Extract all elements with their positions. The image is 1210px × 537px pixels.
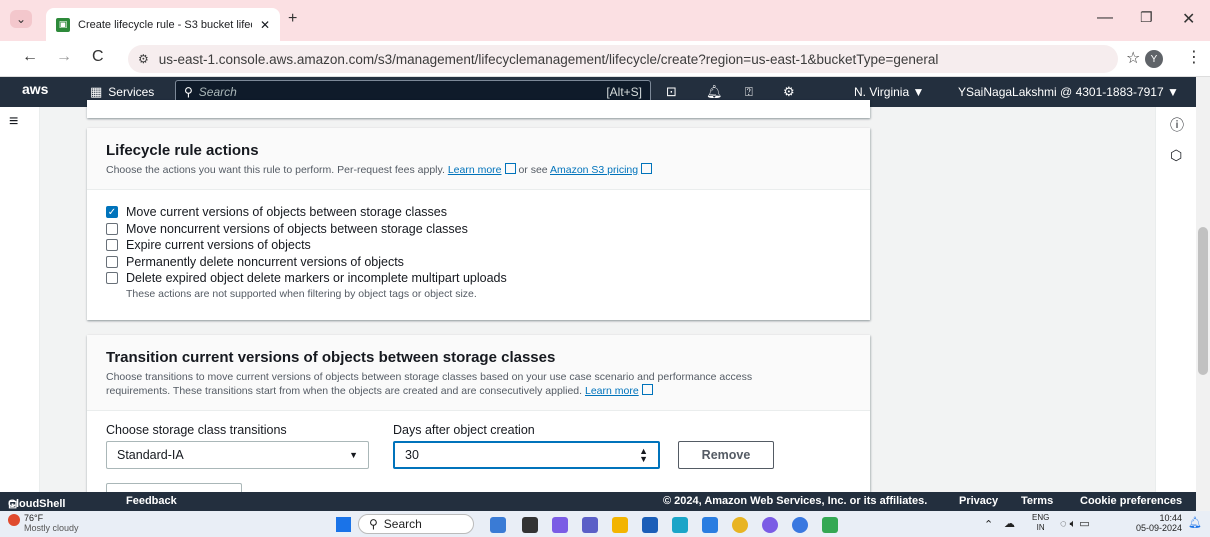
minimize-icon[interactable]: — (1097, 9, 1113, 27)
days-label: Days after object creation (393, 423, 535, 437)
actions-checkbox-list: ✓ Move current versions of objects betwee… (106, 204, 507, 301)
account-menu[interactable]: YSaiNagaLakshmi @ 4301-1883-7917 ▼ (958, 77, 1179, 107)
windows-start-icon[interactable] (336, 517, 351, 532)
taskbar-app-icon[interactable] (822, 517, 838, 533)
lifecycle-actions-description: Choose the actions you want this rule to… (106, 163, 653, 177)
remove-button[interactable]: Remove (678, 441, 774, 469)
taskbar-app-icon[interactable] (522, 517, 538, 533)
edge-icon[interactable] (672, 517, 688, 533)
grid-icon: ▦ (90, 84, 103, 99)
feedback-link[interactable]: Feedback (126, 495, 177, 507)
taskbar-app-icon[interactable] (490, 517, 506, 533)
search-icon: ⚲ (184, 85, 193, 99)
taskbar-search[interactable]: ⚲ Search (358, 514, 474, 534)
windows-taskbar: 76°F Mostly cloudy ⚲ Search ⌃ ☁ ENG IN ◌ 🔈︎… (0, 511, 1210, 537)
learn-more-link[interactable]: Learn more (585, 385, 639, 397)
services-label: Services (108, 85, 155, 99)
tray-chevron-icon[interactable]: ⌃ (984, 518, 993, 531)
lifecycle-actions-title: Lifecycle rule actions (106, 142, 259, 159)
checkbox-checked[interactable]: ✓ (106, 206, 118, 219)
profile-avatar[interactable]: Y (1145, 50, 1163, 68)
restore-icon[interactable]: ❐ (1140, 9, 1153, 26)
search-icon: ⚲ (369, 517, 378, 531)
taskbar-app-icon[interactable] (552, 517, 568, 533)
forward-icon[interactable]: → (56, 48, 72, 66)
caret-down-icon: ▼ (349, 450, 358, 460)
privacy-link[interactable]: Privacy (959, 495, 998, 507)
chrome-icon[interactable] (732, 517, 748, 533)
hamburger-menu-icon[interactable]: ≡ (9, 113, 18, 131)
cloud-icon[interactable]: ☁ (1004, 517, 1015, 530)
actions-note: These actions are not supported when fil… (126, 287, 477, 300)
bookmark-star-icon[interactable]: ☆ (1126, 48, 1140, 68)
storage-class-value: Standard-IA (117, 448, 184, 462)
copyright-text: © 2024, Amazon Web Services, Inc. or its… (663, 495, 928, 507)
close-window-icon[interactable]: ✕ (1182, 9, 1195, 29)
days-input[interactable]: 30 ▲ ▼ (393, 441, 660, 469)
chrome-icon[interactable] (762, 517, 778, 533)
address-row: ← → C ⚙ us-east-1.console.aws.amazon.com… (0, 41, 1210, 77)
page-scrollbar[interactable] (1196, 77, 1210, 511)
previous-panel (87, 100, 870, 118)
chrome-icon[interactable] (792, 517, 808, 533)
action-option[interactable]: Move noncurrent versions of objects betw… (106, 221, 507, 238)
left-rail: ≡ (0, 107, 40, 492)
file-explorer-icon[interactable] (612, 517, 628, 533)
stepper-icon[interactable]: ▲ ▼ (639, 447, 648, 464)
close-tab-icon[interactable]: ✕ (260, 18, 270, 32)
external-link-icon (504, 163, 516, 174)
transition-title: Transition current versions of objects b… (106, 349, 556, 366)
reload-icon[interactable]: C (92, 48, 104, 66)
s3-pricing-link[interactable]: Amazon S3 pricing (550, 164, 638, 176)
scrollbar-thumb[interactable] (1198, 227, 1208, 375)
site-settings-icon[interactable]: ⚙ (138, 52, 149, 66)
language-indicator[interactable]: ENG IN (1032, 513, 1049, 533)
clock[interactable]: 10:44 05-09-2024 (1126, 513, 1182, 533)
taskbar-app-icon[interactable] (702, 517, 718, 533)
menu-icon[interactable]: ⋮ (1186, 47, 1202, 67)
days-value: 30 (405, 448, 419, 462)
aws-logo[interactable]: aws (22, 74, 48, 104)
transition-description: Choose transitions to move current versi… (106, 371, 753, 397)
back-icon[interactable]: ← (22, 48, 38, 66)
weather-icon[interactable] (8, 514, 20, 526)
checkbox[interactable] (106, 239, 118, 252)
url-text: us-east-1.console.aws.amazon.com/s3/mana… (158, 51, 939, 67)
tab-search-button[interactable]: ⌄ (10, 10, 33, 28)
storage-class-select[interactable]: Standard-IA ▼ (106, 441, 369, 469)
search-shortcut: [Alt+S] (606, 85, 642, 99)
tab-title: Create lifecycle rule - S3 bucket lifecy… (78, 18, 252, 31)
checkbox[interactable] (106, 272, 118, 285)
browser-tab-bar: ⌄ ▣ Create lifecycle rule - S3 bucket li… (0, 0, 1210, 41)
cookie-preferences-link[interactable]: Cookie preferences (1080, 495, 1182, 507)
checkbox[interactable] (106, 255, 118, 268)
learn-more-link[interactable]: Learn more (448, 164, 502, 176)
action-option[interactable]: Delete expired object delete markers or … (106, 270, 507, 287)
right-rail: ⓘ ⬡ (1155, 107, 1196, 492)
new-tab-button[interactable]: + (288, 10, 297, 28)
taskbar-app-icon[interactable] (642, 517, 658, 533)
aws-favicon-icon: ▣ (56, 17, 70, 32)
browser-tab[interactable]: ▣ Create lifecycle rule - S3 bucket life… (46, 8, 280, 41)
notification-bell-icon[interactable]: 🔔︎ (1188, 516, 1202, 529)
feedback-hex-icon[interactable]: ⬡ (1170, 147, 1182, 164)
checkbox[interactable] (106, 222, 118, 235)
terms-link[interactable]: Terms (1021, 495, 1053, 507)
storage-class-label: Choose storage class transitions (106, 423, 287, 437)
action-option[interactable]: ✓ Move current versions of objects betwee… (106, 204, 507, 221)
lifecycle-actions-panel: Lifecycle rule actions Choose the action… (87, 128, 870, 320)
external-link-icon (641, 384, 653, 395)
address-bar[interactable]: ⚙ us-east-1.console.aws.amazon.com/s3/ma… (128, 45, 1118, 73)
network-volume-battery-icons[interactable]: ◌ 🔈︎ ▭ (1060, 517, 1090, 531)
transition-panel: Transition current versions of objects b… (87, 335, 870, 497)
search-placeholder: Search (198, 85, 237, 99)
external-link-icon (641, 163, 653, 174)
weather-widget[interactable]: 76°F Mostly cloudy (24, 513, 79, 533)
aws-footer: ⊡ CloudShell Feedback © 2024, Amazon Web… (0, 492, 1196, 511)
action-option[interactable]: Expire current versions of objects (106, 237, 507, 254)
taskbar-app-icon[interactable] (582, 517, 598, 533)
info-icon[interactable]: ⓘ (1170, 115, 1184, 135)
action-option[interactable]: Permanently delete noncurrent versions o… (106, 254, 507, 271)
